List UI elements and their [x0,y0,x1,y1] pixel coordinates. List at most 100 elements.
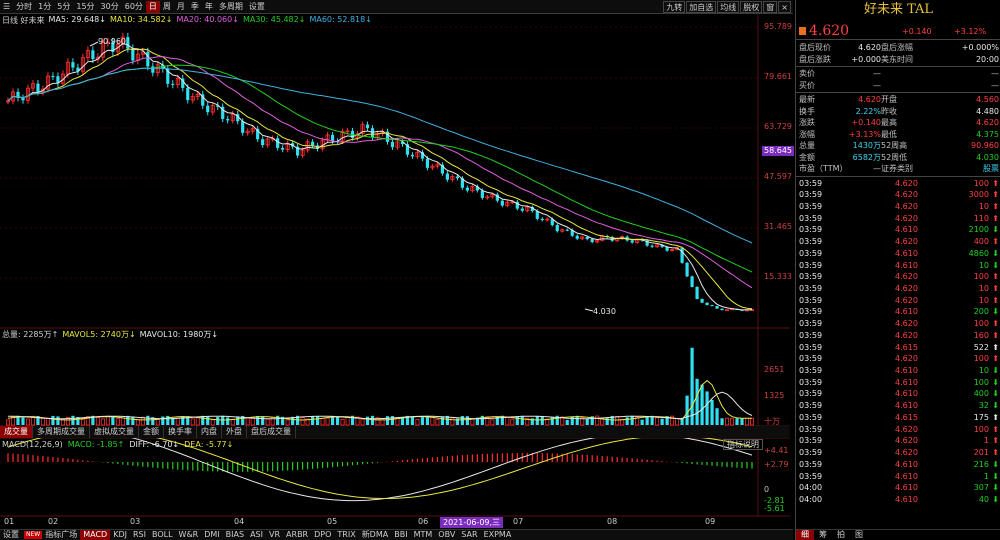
tick-row[interactable]: 03:59 4.620 10 ⬆ [799,201,999,212]
tick-row[interactable]: 03:59 4.610 32 ⬇ [799,400,999,411]
volume-bar [540,416,544,425]
tick-price: 4.620 [895,319,918,329]
bidask-row: 卖价 — — [799,68,999,79]
indicator-tab[interactable]: TRIX [334,530,358,540]
panel-tab[interactable]: 筹 [814,530,832,540]
current-price-badge: 58.645 [762,146,794,156]
tick-row[interactable]: 03:59 4.620 3000 ⬆ [799,189,999,200]
tick-row[interactable]: 04:00 4.610 40 ⬇ [799,494,999,505]
tick-row[interactable]: 03:59 4.610 216 ⬇ [799,459,999,470]
indicator-tab[interactable]: MACD [80,530,111,540]
low-pointer [584,308,594,312]
indicator-tab[interactable]: KDJ [110,530,130,540]
row-label: 盘后现价 [799,43,831,52]
tick-row[interactable]: 04:00 4.610 307 ⬇ [799,482,999,493]
tick-row[interactable]: 03:59 4.610 100 ⬇ [799,377,999,388]
indicator-tab[interactable]: 新DMA [359,530,392,540]
volume-tab[interactable]: 换手率 [164,426,197,438]
tick-row[interactable]: 03:59 4.620 110 ⬆ [799,213,999,224]
tick-row[interactable]: 03:59 4.610 4860 ⬇ [799,248,999,259]
indicator-help-button[interactable]: 指标说明 [723,439,763,450]
quote-panel: 好未来 TAL 4.620 +0.140 +3.12% 盘后现价 4.620 盘后涨… [795,0,1000,540]
volume-bar [95,417,100,426]
volume-tab[interactable]: 内盘 [197,426,222,438]
tick-price: 4.620 [895,178,918,188]
panel-tab[interactable]: 图 [850,530,868,540]
tick-price: 4.620 [895,190,918,200]
tick-row[interactable]: 03:59 4.620 160 ⬆ [799,330,999,341]
arrow-up-icon: ⬆ [992,272,999,282]
candle-body [575,235,579,239]
indicator-tab[interactable]: BBI [391,530,410,540]
tick-row[interactable]: 03:59 4.620 400 ⬆ [799,236,999,247]
indicator-tab[interactable]: RSI [130,530,149,540]
volume-bar [261,416,265,425]
indicator-tab[interactable]: ASI [247,530,266,540]
candle-body [565,229,569,231]
indicator-tab[interactable]: 指标广场 [42,530,80,540]
volume-tabs: 成交量 多周期成交量 虚拟成交量 金额 换手率 内盘 外盘 盘后成交量 [0,426,790,438]
tick-row[interactable]: 03:59 4.620 1 ⬆ [799,435,999,446]
indicator-tab[interactable]: VR [266,530,283,540]
macd-tick: -5.61 [764,504,785,513]
tick-row[interactable]: 03:59 4.610 1 ⬇ [799,471,999,482]
indicator-tab[interactable]: W&R [176,530,202,540]
arrow-down-icon: ⬇ [992,366,999,376]
tick-row[interactable]: 03:59 4.610 10 ⬇ [799,365,999,376]
volume-tab[interactable]: 多周期成交量 [33,426,90,438]
indicator-tab[interactable]: SAR [458,530,480,540]
tick-time: 03:59 [799,248,823,258]
candle-body [710,305,714,307]
tick-row[interactable]: 03:59 4.610 2100 ⬇ [799,224,999,235]
high-annotation: 90.960 [98,37,126,46]
volume-bar [206,416,210,425]
volume-tab[interactable]: 成交量 [0,426,33,438]
volume-tab[interactable]: 外盘 [222,426,247,438]
tick-row[interactable]: 03:59 4.620 100 ⬆ [799,353,999,364]
indicator-tab[interactable]: EXPMA [481,530,515,540]
indicator-tab[interactable]: ARBR [283,530,311,540]
tick-row[interactable]: 03:59 4.615 522 ⬆ [799,342,999,353]
arrow-down-icon: ⬇ [992,459,999,469]
tick-row[interactable]: 03:59 4.610 400 ⬇ [799,388,999,399]
tick-row[interactable]: 03:59 4.620 100 ⬆ [799,271,999,282]
tick-row[interactable]: 03:59 4.620 10 ⬆ [799,295,999,306]
tick-row[interactable]: 03:59 4.620 10 ⬆ [799,283,999,294]
price-tick: 63.729 [764,122,792,131]
panel-tab[interactable]: 细 [796,530,814,540]
tick-price: 4.620 [895,436,918,446]
tick-price: 4.615 [895,342,918,352]
indicator-tab[interactable]: BOLL [149,530,176,540]
indicator-tab[interactable]: OBV [435,530,458,540]
ma10-line [7,48,753,310]
panel-tab[interactable]: 拍 [832,530,850,540]
tick-row[interactable]: 03:59 4.620 201 ⬆ [799,447,999,458]
volume-bar [395,418,400,426]
stat-row: 涨跌 +0.140 最高 4.620 [799,117,999,128]
volume-bar [450,417,455,426]
tick-row[interactable]: 03:59 4.615 175 ⬆ [799,412,999,423]
volume-bar [625,417,629,425]
tick-row[interactable]: 03:59 4.620 100 ⬆ [799,178,999,189]
volume-tab[interactable]: 金额 [139,426,164,438]
indicator-tab[interactable]: BIAS [223,530,247,540]
volume-tab[interactable]: 虚拟成交量 [90,426,139,438]
tick-row[interactable]: 03:59 4.610 10 ⬇ [799,260,999,271]
indicator-tab[interactable]: DPO [311,530,334,540]
indicator-tab[interactable]: MTM [411,530,436,540]
tick-price: 4.610 [895,377,918,387]
bidask-row: 买价 — — [799,80,999,91]
indicator-tab[interactable]: DMI [201,530,222,540]
tick-row[interactable]: 03:59 4.620 100 ⬆ [799,318,999,329]
tick-volume: 100 [973,272,989,282]
indicator-tab[interactable]: 设置 [0,530,22,540]
volume-bar [725,417,730,426]
volume-tab[interactable]: 盘后成交量 [247,426,296,438]
price-change-pct: +3.12% [954,27,987,36]
row-label: 涨跌 [799,118,815,127]
tick-row[interactable]: 03:59 4.620 100 ⬆ [799,424,999,435]
stat-row: 换手 2.22% 昨收 4.480 [799,106,999,117]
tick-row[interactable]: 03:59 4.610 200 ⬇ [799,306,999,317]
volume-bar [120,417,125,426]
arrow-down-icon: ⬇ [992,471,999,481]
